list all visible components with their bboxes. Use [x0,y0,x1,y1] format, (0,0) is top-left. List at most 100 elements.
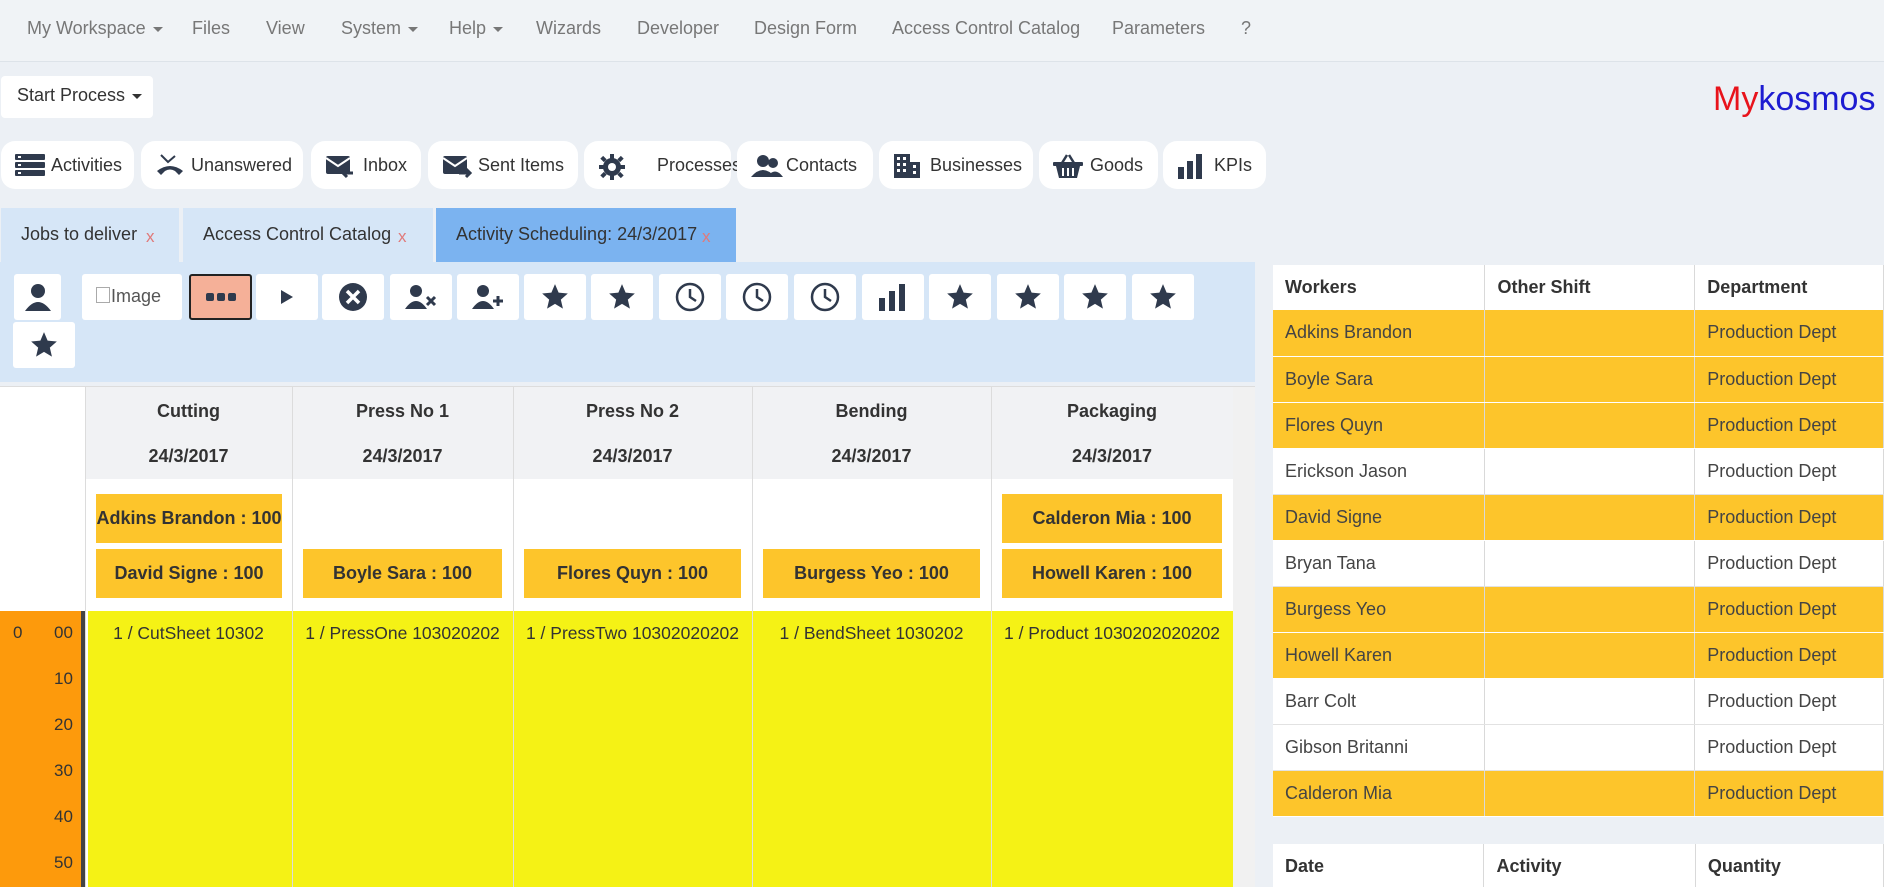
department: Production Dept [1694,770,1884,817]
table-row[interactable]: Burgess Yeo Production Dept [1273,586,1884,633]
chart-button[interactable] [862,274,924,320]
tab-access-control-catalog[interactable]: Access Control Catalog x [183,208,433,262]
other-shift [1484,586,1696,633]
brand-logo: Mykosmos [1713,80,1876,118]
menu-access-control-catalog[interactable]: Access Control Catalog [892,18,1080,39]
table-row[interactable]: Calderon Mia Production Dept [1273,770,1884,817]
vertical-scrollbar[interactable] [1233,387,1255,887]
department: Production Dept [1694,310,1884,357]
column-header-other-shift[interactable]: Other Shift [1484,265,1696,310]
close-tab-icon[interactable]: x [398,227,407,247]
schedule-grid[interactable] [88,611,1233,887]
shortcut-activities[interactable]: Activities [1,141,134,189]
column-header-press-no-1: Press No 1 24/3/2017 [355,401,450,466]
contacts-icon [751,155,783,177]
table-row[interactable]: Bryan Tana Production Dept [1273,540,1884,587]
menu-wizards[interactable]: Wizards [536,18,601,39]
close-tab-icon[interactable]: x [702,227,711,247]
menu-system[interactable]: System [341,18,419,39]
table-row[interactable]: Flores Quyn Production Dept [1273,402,1884,449]
shortcut-businesses[interactable]: Businesses [879,141,1033,189]
start-process-button[interactable]: Start Process [1,76,153,118]
table-row[interactable]: Boyle Sara Production Dept [1273,356,1884,403]
shortcut-processes[interactable]: Processes [584,141,741,189]
menu-view[interactable]: View [266,18,305,39]
worker-chip[interactable]: Flores Quyn : 100 [524,549,741,598]
activity-cell[interactable]: 1 / BendSheet 1030202 [752,623,991,644]
column-header-quantity[interactable]: Quantity [1695,844,1884,887]
star-icon [609,284,635,309]
table-row[interactable]: Barr Colt Production Dept [1273,678,1884,725]
close-tab-icon[interactable]: x [146,227,155,247]
star-button[interactable] [1132,274,1194,320]
star-button[interactable] [524,274,586,320]
menu-help[interactable]: Help [449,18,504,39]
remove-user-icon [405,285,437,309]
worker-chip[interactable]: Adkins Brandon : 100 [96,494,282,543]
worker-chip[interactable]: Burgess Yeo : 100 [763,549,980,598]
table-row[interactable]: Howell Karen Production Dept [1273,632,1884,679]
shortcut-sent-items[interactable]: Sent Items [428,141,578,189]
column-header-department[interactable]: Department [1694,265,1884,310]
minute-label: 00 [54,623,73,642]
user-button[interactable] [14,274,61,320]
menu-design-form[interactable]: Design Form [754,18,857,39]
other-shift [1484,632,1696,679]
other-shift [1484,448,1696,495]
broken-image-icon [96,287,110,303]
time-gutter: 0 00 10 20 30 40 50 [0,611,85,887]
worker-name: Flores Quyn [1273,402,1486,449]
worker-chip[interactable]: Boyle Sara : 100 [303,549,502,598]
menu-developer[interactable]: Developer [637,18,719,39]
star-button[interactable] [591,274,653,320]
worker-chip[interactable]: Howell Karen : 100 [1002,549,1222,598]
caret-down-icon [493,26,504,32]
other-shift [1484,678,1696,725]
menu-my-workspace[interactable]: My Workspace [27,18,163,39]
column-header-workers[interactable]: Workers [1273,265,1486,310]
tab-jobs-to-deliver[interactable]: Jobs to deliver x [1,208,179,262]
star-button[interactable] [1064,274,1126,320]
menu-parameters[interactable]: Parameters [1112,18,1205,39]
column-header-activity[interactable]: Activity [1483,844,1696,887]
clock-button[interactable] [659,274,721,320]
column-header-date[interactable]: Date [1273,844,1485,887]
menu-files[interactable]: Files [192,18,230,39]
star-button[interactable] [929,274,991,320]
workers-table: Workers Other Shift Department Adkins Br… [1273,265,1884,817]
worker-name: David Signe [1273,494,1486,541]
activity-cell[interactable]: 1 / CutSheet 10302 [85,623,292,644]
activity-cell[interactable]: 1 / Product 1030202020202 [991,623,1233,644]
shortcut-unanswered[interactable]: Unanswered [141,141,303,189]
image-button[interactable]: Image [82,274,182,320]
star-button[interactable] [13,322,75,368]
worker-chip[interactable]: Calderon Mia : 100 [1002,494,1222,543]
other-shift [1484,356,1696,403]
worker-chip[interactable]: David Signe : 100 [96,549,282,598]
shortcut-inbox[interactable]: Inbox [311,141,421,189]
tab-activity-scheduling[interactable]: Activity Scheduling: 24/3/2017 x [436,208,736,262]
table-row[interactable]: Gibson Britanni Production Dept [1273,724,1884,771]
clock-button[interactable] [726,274,788,320]
table-row[interactable]: David Signe Production Dept [1273,494,1884,541]
cancel-button[interactable] [322,274,384,320]
shortcut-goods[interactable]: Goods [1039,141,1158,189]
activity-cell[interactable]: 1 / PressOne 103020202 [292,623,513,644]
table-row[interactable]: Adkins Brandon Production Dept [1273,310,1884,357]
shortcut-kpis[interactable]: KPIs [1163,141,1266,189]
add-user-button[interactable] [457,274,519,320]
more-button[interactable] [189,274,252,320]
activity-cell[interactable]: 1 / PressTwo 10302020202 [513,623,752,644]
remove-user-button[interactable] [390,274,452,320]
play-button[interactable] [256,274,318,320]
add-user-icon [472,285,503,309]
clock-button[interactable] [794,274,856,320]
star-button[interactable] [997,274,1059,320]
shortcut-contacts[interactable]: Contacts [737,141,873,189]
table-row[interactable]: Erickson Jason Production Dept [1273,448,1884,495]
caret-down-icon [408,26,419,32]
missed-call-icon [157,154,183,175]
worker-name: Bryan Tana [1273,540,1486,587]
menu-help-question[interactable]: ? [1241,18,1251,39]
other-shift [1484,540,1696,587]
